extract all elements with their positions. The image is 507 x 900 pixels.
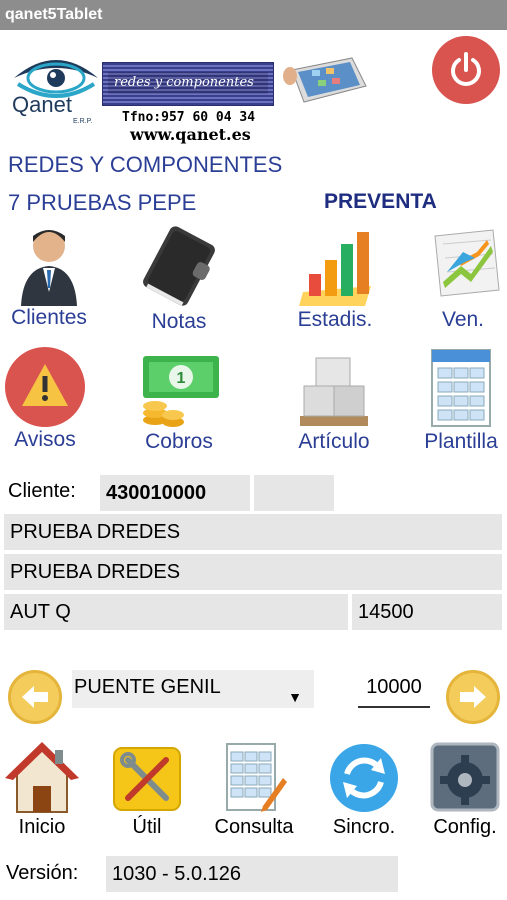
power-button[interactable]: [432, 36, 500, 104]
bar-chart-icon: [299, 232, 371, 306]
window-title: qanet5Tablet: [0, 0, 507, 30]
articulo-button[interactable]: Artículo: [286, 352, 382, 454]
cliente-name1-field[interactable]: PRUEBA DREDES: [4, 514, 502, 550]
sheet-edit-icon: [226, 743, 287, 812]
power-icon: [451, 52, 481, 86]
cliente-extra2-field[interactable]: AUT Q: [4, 594, 348, 630]
cliente-postal-value: 14500: [358, 601, 414, 623]
consulta-button[interactable]: Consulta: [202, 740, 306, 839]
util-label: Útil: [132, 816, 162, 838]
mode-label: PREVENTA: [324, 190, 437, 213]
notebook-icon: [143, 226, 215, 306]
spreadsheet-icon: [431, 349, 491, 427]
cliente-label: Cliente:: [8, 480, 76, 502]
clientes-label: Clientes: [11, 306, 87, 329]
cobros-button[interactable]: 1 Cobros: [132, 350, 226, 454]
plantilla-label: Plantilla: [424, 430, 498, 453]
plantilla-button[interactable]: Plantilla: [414, 346, 507, 454]
config-button[interactable]: Config.: [422, 740, 507, 839]
arrow-right-icon: [460, 686, 486, 708]
money-icon: 1: [143, 356, 219, 427]
cliente-postal-field[interactable]: 14500: [352, 594, 502, 630]
util-button[interactable]: Útil: [106, 740, 188, 839]
inicio-button[interactable]: Inicio: [0, 740, 84, 839]
sync-icon: [330, 744, 398, 812]
number-value: 10000: [366, 676, 422, 698]
phone-number: Tfno:957 60 04 34: [122, 110, 256, 125]
consulta-label: Consulta: [214, 816, 294, 838]
config-label: Config.: [433, 816, 497, 838]
route-name: 7 PRUEBAS PEPE: [8, 190, 197, 215]
estadis-button[interactable]: Estadis.: [288, 222, 382, 332]
website: www.qanet.es: [130, 125, 251, 144]
sales-chart-icon: [434, 229, 500, 297]
ven-label: Ven.: [441, 308, 485, 331]
dropdown-caret-icon: ▼: [288, 689, 302, 705]
tablet-photo-icon: [283, 57, 367, 103]
notas-button[interactable]: Notas: [132, 222, 226, 334]
sincro-label: Sincro.: [332, 816, 396, 838]
town-value: PUENTE GENIL: [74, 676, 221, 698]
cliente-code-value: 430010000: [106, 482, 207, 504]
inicio-label: Inicio: [18, 816, 66, 838]
next-button[interactable]: [446, 670, 500, 724]
cliente-name2-value: PRUEBA DREDES: [10, 561, 181, 583]
avisos-button[interactable]: Avisos: [0, 346, 90, 452]
cliente-extra2-value: AUT Q: [10, 601, 71, 623]
businessman-icon: [21, 230, 77, 306]
number-input[interactable]: 10000: [358, 670, 430, 708]
town-select[interactable]: PUENTE GENIL ▼: [72, 670, 314, 708]
boxes-pallet-icon: [300, 357, 368, 426]
brand-name: Qanet: [12, 92, 72, 117]
arrow-left-icon: [22, 686, 48, 708]
svg-text:1: 1: [177, 370, 186, 387]
articulo-label: Artículo: [298, 430, 370, 453]
version-field: 1030 - 5.0.126: [106, 856, 398, 892]
gear-icon: [430, 742, 500, 812]
estadis-label: Estadis.: [297, 308, 373, 331]
clientes-button[interactable]: Clientes: [2, 222, 96, 330]
notas-label: Notas: [151, 310, 207, 333]
avisos-label: Avisos: [14, 428, 76, 451]
previous-button[interactable]: [8, 670, 62, 724]
version-label: Versión:: [6, 862, 79, 884]
cliente-name2-field[interactable]: PRUEBA DREDES: [4, 554, 502, 590]
cobros-label: Cobros: [145, 430, 213, 453]
tools-icon: [113, 747, 181, 811]
brand-sub: E.R.P.: [73, 118, 93, 125]
home-icon: [5, 742, 79, 813]
version-value: 1030 - 5.0.126: [112, 863, 241, 885]
banner-text: redes y componentes: [108, 72, 268, 94]
cliente-name1-value: PRUEBA DREDES: [10, 521, 181, 543]
company-name: REDES Y COMPONENTES: [8, 152, 283, 177]
warning-icon: [5, 347, 85, 427]
ven-button[interactable]: Ven.: [416, 222, 507, 332]
sincro-button[interactable]: Sincro.: [322, 740, 406, 839]
cliente-code-field[interactable]: 430010000: [100, 475, 250, 511]
cliente-extra-field[interactable]: [254, 475, 334, 511]
